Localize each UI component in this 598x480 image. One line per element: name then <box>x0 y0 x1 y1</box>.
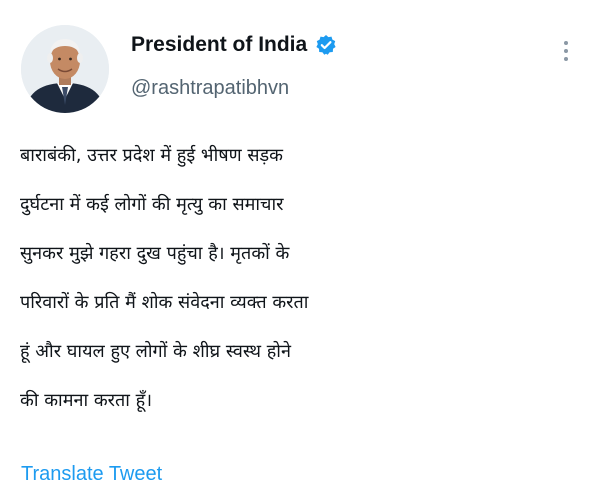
author-handle[interactable]: @rashtrapatibhvn <box>131 77 289 100</box>
more-options-icon[interactable] <box>556 36 576 66</box>
author-name-row: President of India <box>131 33 337 57</box>
more-dot <box>564 41 568 45</box>
tweet-text-line: की कामना करता हूँ। <box>20 390 153 411</box>
tweet-text-line: परिवारों के प्रति मैं शोक संवेदना व्यक्त… <box>20 292 309 313</box>
author-display-name[interactable]: President of India <box>131 33 307 57</box>
profile-avatar[interactable] <box>21 25 109 113</box>
translate-tweet-link[interactable]: Translate Tweet <box>21 463 162 480</box>
tweet-text-line: बाराबंकी, उत्तर प्रदेश में हुई भीषण सड़क <box>20 145 283 166</box>
profile-photo-icon <box>21 25 109 113</box>
tweet-card: President of India @rashtrapatibhvn बारा… <box>0 0 598 480</box>
tweet-text: बाराबंकी, उत्तर प्रदेश में हुई भीषण सड़क… <box>20 131 590 425</box>
tweet-text-line: सुनकर मुझे गहरा दुख पहुंचा है। मृतकों के <box>20 243 290 264</box>
more-dot <box>564 57 568 61</box>
more-dot <box>564 49 568 53</box>
tweet-text-line: दुर्घटना में कई लोगों की मृत्यु का समाचा… <box>20 194 284 215</box>
verified-badge-icon[interactable] <box>315 34 337 56</box>
tweet-text-line: हूं और घायल हुए लोगों के शीघ्र स्वस्थ हो… <box>20 341 291 362</box>
